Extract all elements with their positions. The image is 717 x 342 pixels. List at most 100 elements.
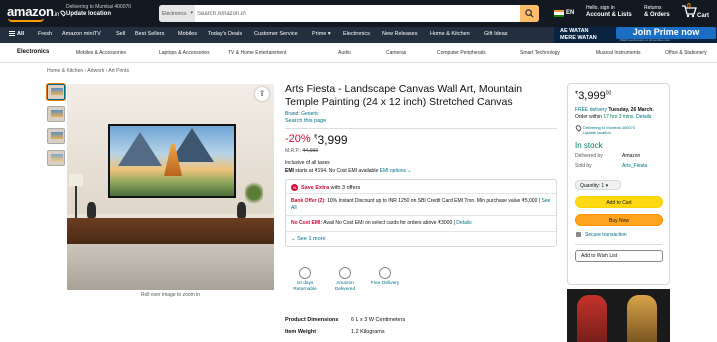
prime-banner[interactable]: AE WATAN MERE WATAN Join Prime now Watch … [554, 27, 717, 43]
subnav-audio[interactable]: Audio [338, 50, 351, 56]
hamburger-icon [9, 31, 15, 37]
nav-mobiles[interactable]: Mobiles [178, 31, 197, 37]
no-cost-emi-text: Avail No Cost EMI on select cards for or… [323, 220, 453, 226]
search-input[interactable] [197, 5, 517, 22]
account-line2: Account & Lists [586, 12, 632, 18]
breadcrumb[interactable]: Home & Kitchen › Artwork › Art Prints [47, 68, 129, 74]
thumbnail-art [51, 88, 63, 95]
quantity-select[interactable]: Quantity: 1 ▾ [575, 180, 621, 190]
vase [87, 202, 96, 218]
subnav-brand[interactable]: Electronics [17, 49, 49, 55]
sponsored-ad[interactable] [567, 289, 670, 342]
product-price: 3,999 [317, 133, 348, 147]
subnav-smart-tech[interactable]: Smart Technology [520, 50, 560, 56]
zoom-hint: Roll over image to zoom in [140, 292, 201, 298]
nav-sell[interactable]: Sell [116, 31, 125, 37]
brand-link[interactable]: Brand: Generic [285, 111, 557, 117]
feature-amazon-delivered[interactable]: Amazon Delivered [325, 267, 365, 293]
details-link[interactable]: Details [456, 220, 471, 226]
nav-fresh[interactable]: Fresh [38, 31, 52, 37]
spec-row: Item Weight 1.2 Kilograms [285, 329, 557, 341]
order-within: Order within [575, 113, 602, 120]
subnav-laptops[interactable]: Laptops & Accessories [159, 50, 210, 56]
see-more-offers[interactable]: ⌄ See 1 more [286, 232, 556, 246]
emi-info: EMI starts at ₹194. No Cost EMI availabl… [285, 168, 557, 174]
bank-offer-text: 10% Instant Discount up to INR 1250 on S… [327, 198, 538, 204]
thumbnail-2[interactable] [47, 106, 65, 122]
nav-all[interactable]: All [9, 31, 24, 37]
cart-button[interactable]: 0 Cart [681, 3, 709, 23]
subnav-tv[interactable]: TV & Home Entertainment [228, 50, 286, 56]
subnav-musical[interactable]: Musical Instruments [596, 50, 640, 56]
spec-row: Product Dimensions 6 L x 3 W Centimeters [285, 317, 557, 329]
search-category-select[interactable]: Electronics [159, 5, 195, 22]
add-to-cart-button[interactable]: Add to Cart [575, 196, 663, 208]
offers-count: with 3 offers [330, 184, 361, 191]
ships-value: Amazon [622, 153, 641, 159]
add-to-wishlist-button[interactable]: Add to Wish List [575, 250, 663, 262]
deliver-to[interactable]: Delivering to Mumbai 400070 Update locat… [66, 4, 131, 18]
language-selector[interactable]: EN [566, 10, 574, 16]
category-subnav: Electronics Mobiles & Accessories Laptop… [0, 43, 717, 63]
main-product-image[interactable]: ⇪ [67, 84, 274, 290]
free-delivery-icon [379, 267, 391, 279]
plant [245, 180, 263, 206]
delivery-date: Tuesday, 26 March. [608, 107, 654, 113]
thumbnail-1[interactable] [47, 84, 65, 100]
delivery-details-link[interactable]: Details [636, 114, 651, 120]
amazon-logo[interactable]: amazon.in [7, 4, 59, 19]
thumbnail-art [51, 154, 63, 161]
ad-figure [577, 295, 607, 342]
secure-transaction[interactable]: Secure transaction [575, 232, 662, 238]
buy-now-button[interactable]: Buy Now [575, 214, 663, 226]
spec-value: 1.2 Kilograms [351, 329, 385, 335]
subnav-office[interactable]: Office & Stationery [665, 50, 707, 56]
offer-percent-icon: % [291, 184, 298, 191]
buybox-location[interactable]: Delivering to Mumbai 400070 Update locati… [575, 125, 662, 135]
order-time: 17 hrs 3 mins. [603, 113, 635, 120]
search-this-page[interactable]: Search this page [285, 118, 557, 124]
subnav-cameras[interactable]: Cameras [386, 50, 406, 56]
cart-count: 0 [687, 3, 691, 10]
floor [67, 244, 274, 290]
ships-from: Delivered by Amazon [575, 153, 662, 160]
logo-text: amazon [7, 4, 54, 19]
nav-customer-service[interactable]: Customer Service [254, 31, 298, 37]
nav-electronics[interactable]: Electronics [343, 31, 370, 37]
seller-link[interactable]: Arts_Fiesta [622, 163, 647, 170]
india-flag-icon [554, 10, 564, 17]
nav-home-kitchen[interactable]: Home & Kitchen [430, 31, 470, 37]
nav-gift-ideas[interactable]: Gift Ideas [484, 31, 508, 37]
emi-options-link[interactable]: EMI options ⌄ [380, 168, 412, 174]
subnav-mobiles[interactable]: Mobiles & Accessories [76, 50, 126, 56]
thumbnail-3[interactable] [47, 128, 65, 144]
nav-minitv[interactable]: Amazon miniTV [62, 31, 101, 37]
orders-line1: Returns [644, 5, 662, 11]
product-specs: Product Dimensions 6 L x 3 W Centimeters … [285, 317, 557, 341]
nav-todays-deals[interactable]: Today's Deals [208, 31, 242, 37]
mrp-label: M.R.P.: [285, 148, 302, 154]
feature-returnable[interactable]: 10 days Returnable [285, 267, 325, 293]
chevron-down-icon: ▾ [327, 31, 331, 37]
subnav-peripherals[interactable]: Computer Peripherals [437, 50, 486, 56]
returns-orders[interactable]: Returns & Orders [644, 5, 670, 19]
account-line1: Hello, sign in [586, 5, 615, 11]
nav-best-sellers[interactable]: Best Sellers [135, 31, 164, 37]
delivery-truck-icon [339, 267, 351, 279]
mrp-value: ₹4,999 [302, 148, 319, 154]
chevron-down-icon: ▾ [605, 183, 609, 189]
thumbnail-4[interactable] [47, 150, 65, 166]
share-icon[interactable]: ⇪ [255, 87, 269, 101]
search-button[interactable] [520, 5, 539, 22]
feature-free-delivery[interactable]: Free Delivery [365, 267, 405, 287]
sold-label: Sold by [575, 163, 592, 169]
nav-new-releases[interactable]: New Releases [382, 31, 417, 37]
mrp: M.R.P.: ₹4,999 [285, 148, 557, 154]
bank-offer: Bank Offer (2): 10% Instant Discount up … [286, 194, 556, 216]
product-info: Arts Fiesta - Landscape Canvas Wall Art,… [285, 83, 557, 247]
free-delivery-link[interactable]: FREE delivery [575, 107, 607, 113]
account-menu[interactable]: Hello, sign in Account & Lists [586, 5, 632, 19]
nav-prime[interactable]: Prime ▾ [312, 31, 331, 37]
delivery-info: FREE delivery Tuesday, 26 March. Order w… [575, 107, 662, 120]
deliver-line2: Update location [66, 11, 112, 17]
